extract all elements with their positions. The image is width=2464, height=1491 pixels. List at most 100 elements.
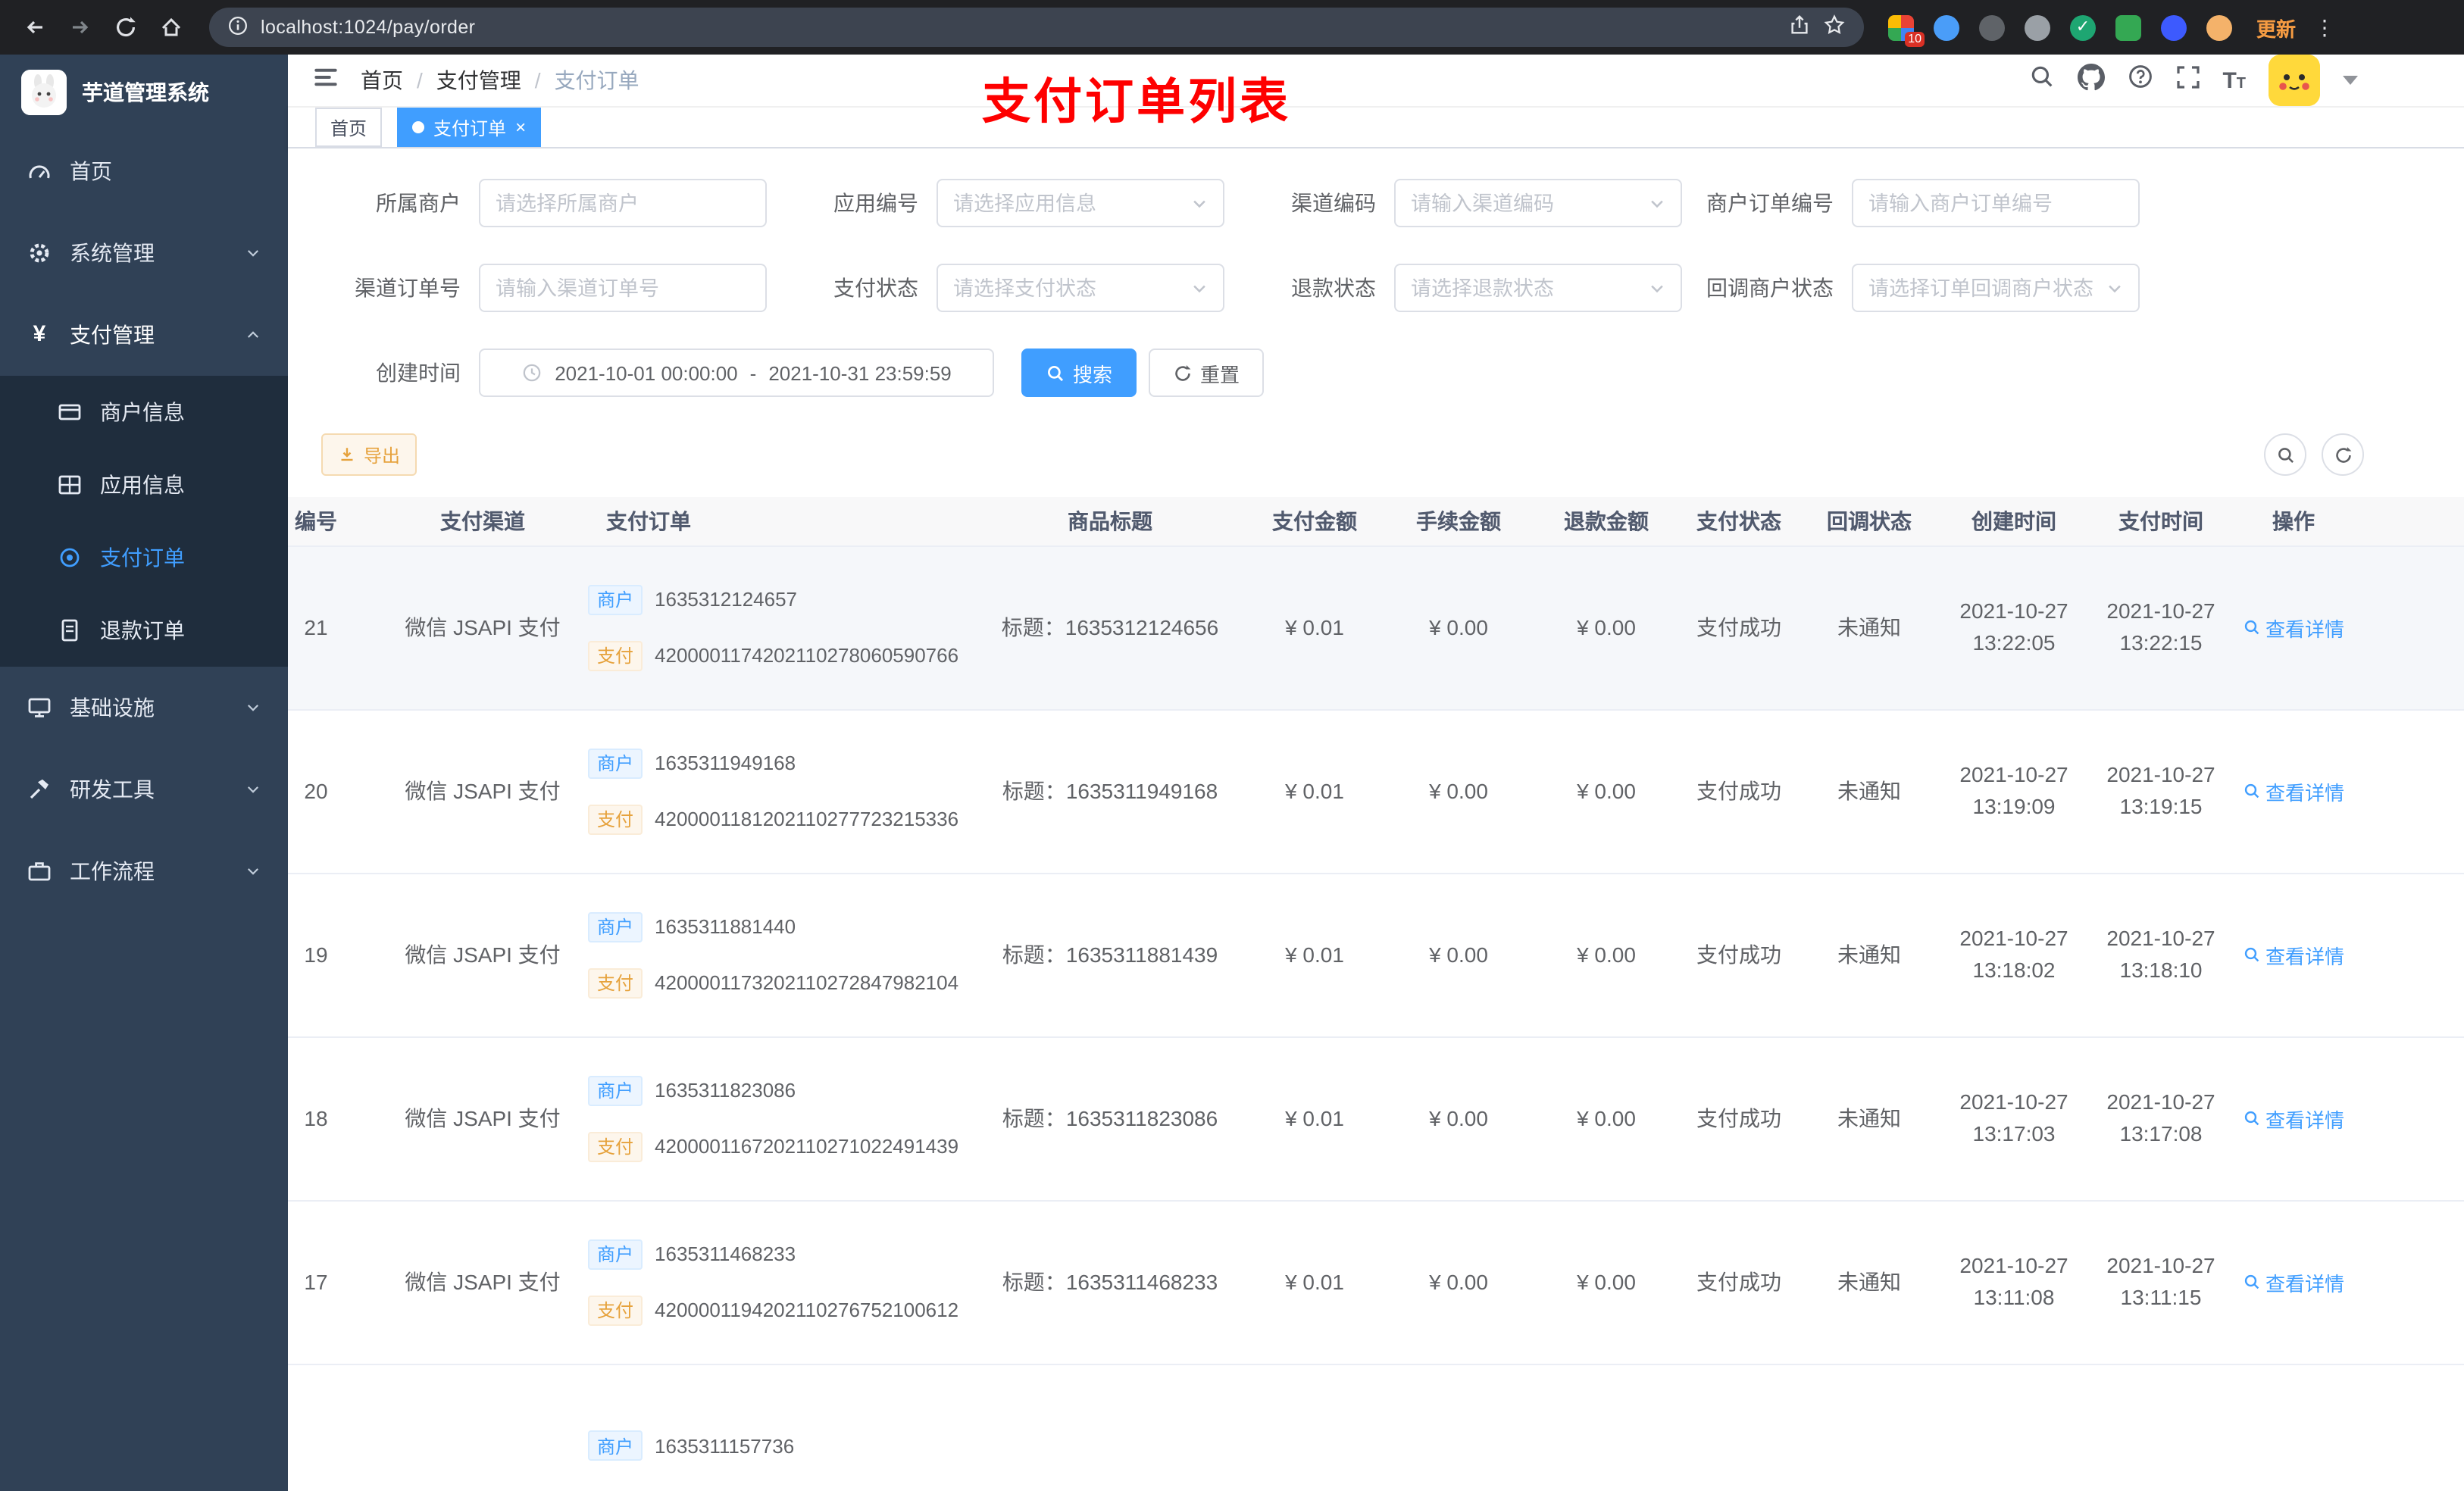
search-icon [2244,783,2259,799]
chevron-down-icon [2109,284,2121,292]
table-row: 18 微信 JSAPI 支付 商户 1635311823086 支付 4200001… [288,1036,2464,1201]
merchant-tag: 商户 [588,1075,643,1105]
date-end: 2021-10-31 23:59:59 [768,361,952,384]
export-button[interactable]: 导出 [321,433,417,476]
toggle-search-button[interactable] [2264,433,2306,476]
extension-icon-1[interactable]: 10 [1888,14,1925,46]
sidebar-item-merchant-info[interactable]: 商户信息 [0,376,288,449]
bank-card-icon [58,404,81,420]
search-icon[interactable] [2028,64,2054,97]
search-icon [2244,620,2259,635]
monitor-icon [28,698,51,717]
site-info-icon[interactable] [227,14,249,40]
search-icon [1048,365,1064,381]
search-icon [2278,447,2294,463]
search-button[interactable]: 搜索 [1021,349,1137,397]
extension-icon-2[interactable] [1934,14,1959,40]
tab-home[interactable]: 首页 [315,108,383,147]
sidebar-item-dev-tools[interactable]: 研发工具 [0,749,288,830]
app-logo: 芋道管理系统 [0,55,288,130]
browser-toolbar: localhost:1024/pay/order 10 ✓ 更新 ⋮ [0,0,2464,55]
table-row: 21 微信 JSAPI 支付 商户 1635312124657 支付 4200001… [288,545,2464,710]
extension-icon-5[interactable]: ✓ [2070,14,2096,40]
github-icon[interactable] [2077,63,2105,98]
merchant-tag: 商户 [588,1239,643,1269]
pay-tag: 支付 [588,1295,643,1325]
share-icon[interactable] [1788,14,1811,41]
chevron-down-icon [1651,284,1663,292]
date-start: 2021-10-01 00:00:00 [555,361,738,384]
chevron-down-icon [247,868,259,875]
channel-order-no-input[interactable] [496,277,750,299]
sidebar-item-refund-order[interactable]: 退款订单 [0,594,288,667]
clock-icon [523,364,541,382]
extension-icon-8[interactable] [2206,14,2232,40]
merchant-tag: 商户 [588,584,643,614]
browser-update-button[interactable]: 更新 [2256,13,2296,42]
sidebar-item-home[interactable]: 首页 [0,130,288,212]
back-button[interactable] [15,8,55,47]
home-button[interactable] [152,8,191,47]
url-bar[interactable]: localhost:1024/pay/order [209,8,1864,47]
top-navbar: 首页 / 支付管理 / 支付订单 支付订单列表 TT [288,55,2464,129]
refresh-table-button[interactable] [2322,433,2364,476]
reload-button[interactable] [106,8,145,47]
caret-down-icon[interactable] [2343,76,2358,85]
sidebar-item-workflow[interactable]: 工作流程 [0,830,288,912]
active-dot [412,121,425,133]
breadcrumb-home[interactable]: 首页 [361,65,403,95]
view-detail-link[interactable]: 查看详情 [2243,777,2344,805]
merchant-input[interactable] [496,192,750,214]
sidebar-item-app-info[interactable]: 应用信息 [0,449,288,521]
sidebar-item-system[interactable]: 系统管理 [0,212,288,294]
forward-button[interactable] [61,8,100,47]
avatar[interactable] [2269,55,2320,106]
extension-icon-7[interactable] [2161,14,2187,40]
help-icon[interactable] [2127,64,2153,97]
callback-status-select[interactable] [1868,277,2097,299]
extension-icon-6[interactable] [2115,14,2141,40]
filter-merchant-order-no: 商户订单编号 [1694,179,2140,227]
content-area: 所属商户 应用编号 渠道编码 商户订单编号 [288,148,2464,1491]
tab-pay-order[interactable]: 支付订单 × [397,108,542,147]
pay-status-select[interactable] [953,277,1182,299]
logo-avatar [21,70,67,115]
app-id-select[interactable] [953,192,1182,214]
close-icon[interactable]: × [515,117,526,138]
sidebar: 芋道管理系统 首页 系统管理 ¥ 支付管理 商户信息 应用信息 支付订单 退款订… [0,55,288,1491]
view-detail-link[interactable]: 查看详情 [2243,940,2344,969]
bookmark-star-icon[interactable] [1823,14,1846,41]
pay-tag: 支付 [588,804,643,834]
hammer-tool-icon [30,779,48,799]
fullscreen-icon[interactable] [2175,64,2200,96]
extension-icon-4[interactable] [2025,14,2050,40]
channel-code-select[interactable] [1411,192,1640,214]
chevron-down-icon [1651,199,1663,208]
chevron-down-icon [247,786,259,793]
view-detail-link[interactable]: 查看详情 [2243,613,2344,642]
tags-view: 首页 支付订单 × [288,108,2464,148]
extension-icon-3[interactable] [1979,14,2005,40]
sidebar-item-payment[interactable]: ¥ 支付管理 [0,294,288,376]
breadcrumb-section[interactable]: 支付管理 [436,65,521,95]
browser-menu-icon[interactable]: ⋮ [2314,14,2337,40]
hamburger-icon[interactable] [312,63,339,98]
view-detail-link[interactable]: 查看详情 [2243,1104,2344,1133]
filter-merchant: 所属商户 [321,179,767,227]
url-text: localhost:1024/pay/order [261,17,476,38]
sidebar-item-pay-order[interactable]: 支付订单 [0,521,288,594]
reset-button[interactable]: 重置 [1149,349,1265,397]
view-detail-link[interactable]: 查看详情 [2243,1268,2344,1296]
filter-app-id: 应用编号 [779,179,1224,227]
chevron-down-icon [1193,284,1205,292]
refund-status-select[interactable] [1411,277,1640,299]
table-row: 17 微信 JSAPI 支付 商户 1635311468233 支付 4200001… [288,1200,2464,1364]
chevron-up-icon [247,331,259,338]
table-header-row: 编号 支付渠道 支付订单 商品标题 支付金额 手续金额 退款金额 支付状态 回调… [288,497,2464,546]
date-range-picker[interactable]: 2021-10-01 00:00:00 - 2021-10-31 23:59:5… [479,349,994,397]
merchant-order-no-input[interactable] [1868,192,2123,214]
font-size-icon[interactable]: TT [2222,67,2246,93]
filter-channel-code: 渠道编码 [1237,179,1682,227]
filter-callback-status: 回调商户状态 [1694,264,2140,312]
sidebar-item-infrastructure[interactable]: 基础设施 [0,667,288,749]
